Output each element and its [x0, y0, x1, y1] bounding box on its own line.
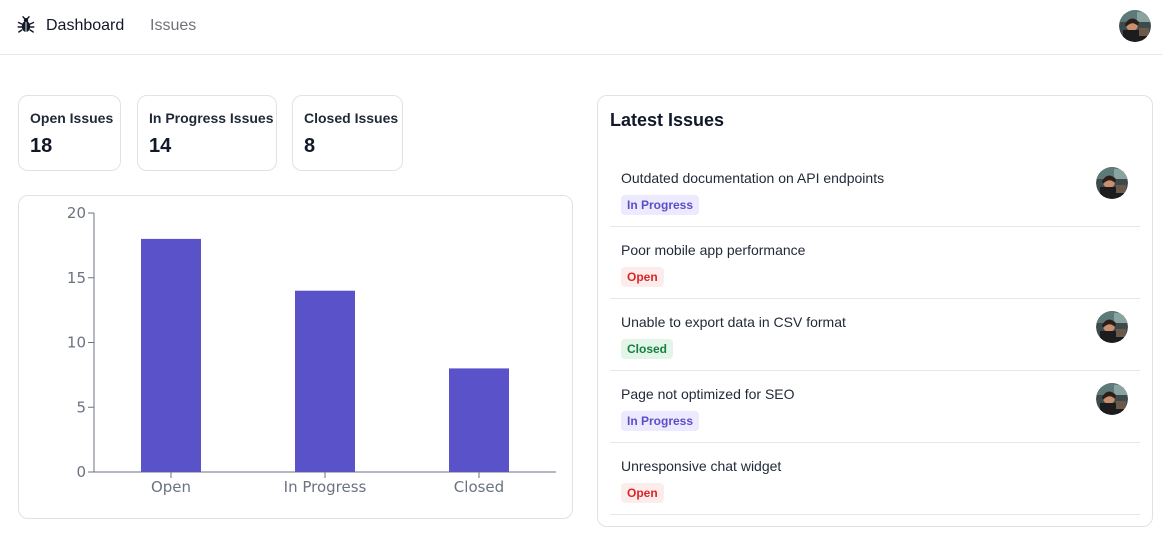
issues-bar-chart: 0 5 10 15 20 Open In Progress Closed — [67, 204, 556, 496]
issue-row[interactable]: Page not optimized for SEO In Progress — [610, 371, 1140, 443]
y-tick-label: 5 — [76, 398, 86, 416]
issue-title-link[interactable]: Poor mobile app performance — [621, 241, 805, 259]
stat-label: Open Issues — [30, 110, 114, 126]
status-badge: In Progress — [621, 195, 700, 215]
stat-card-open[interactable]: Open Issues 18 — [18, 95, 121, 171]
stat-card-closed[interactable]: Closed Issues 8 — [292, 95, 403, 171]
issues-bar-chart-card: 0 5 10 15 20 Open In Progress Closed — [18, 195, 573, 519]
y-tick-label: 0 — [76, 463, 86, 481]
stat-card-in-progress[interactable]: In Progress Issues 14 — [137, 95, 277, 171]
bar-open — [141, 238, 201, 472]
y-tick-label: 10 — [67, 334, 86, 352]
stat-label: In Progress Issues — [149, 110, 274, 126]
y-tick-label: 20 — [67, 204, 86, 222]
user-avatar[interactable] — [1119, 10, 1151, 42]
nav-link-issues[interactable]: Issues — [150, 16, 196, 36]
bar-closed — [449, 368, 509, 472]
assignee-avatar[interactable] — [1096, 167, 1128, 199]
stat-value: 14 — [149, 135, 172, 157]
latest-issues-card: Latest Issues Outdated documentation on … — [597, 95, 1153, 527]
stat-value: 8 — [304, 135, 316, 157]
latest-issues-title: Latest Issues — [610, 110, 725, 130]
bar-in-progress — [295, 290, 355, 472]
issue-row[interactable]: Unresponsive chat widget Open — [610, 443, 1140, 515]
nav-link-dashboard[interactable]: Dashboard — [46, 16, 124, 36]
status-badge: Open — [621, 267, 664, 287]
assignee-avatar[interactable] — [1096, 383, 1128, 415]
stat-value: 18 — [30, 135, 53, 157]
issue-title-link[interactable]: Page not optimized for SEO — [621, 385, 795, 403]
stat-label: Closed Issues — [304, 110, 399, 126]
status-badge: Closed — [621, 339, 674, 359]
bug-icon[interactable] — [17, 16, 35, 34]
x-tick-label: Closed — [454, 478, 504, 496]
issue-title-link[interactable]: Unable to export data in CSV format — [621, 313, 846, 331]
x-tick-label: Open — [151, 478, 191, 496]
top-navbar: Dashboard Issues — [0, 0, 1162, 55]
status-badge: Open — [621, 483, 664, 503]
status-badge: In Progress — [621, 411, 700, 431]
issue-title-link[interactable]: Outdated documentation on API endpoints — [621, 169, 884, 187]
issue-row[interactable]: Outdated documentation on API endpoints I… — [610, 155, 1140, 227]
issue-row[interactable]: Unable to export data in CSV format Close… — [610, 299, 1140, 371]
x-tick-label: In Progress — [284, 478, 367, 496]
issue-title-link[interactable]: Unresponsive chat widget — [621, 457, 781, 475]
y-tick-label: 15 — [67, 269, 86, 287]
assignee-avatar[interactable] — [1096, 311, 1128, 343]
issue-row[interactable]: Poor mobile app performance Open — [610, 227, 1140, 299]
latest-issues-list: Outdated documentation on API endpoints I… — [610, 155, 1140, 515]
